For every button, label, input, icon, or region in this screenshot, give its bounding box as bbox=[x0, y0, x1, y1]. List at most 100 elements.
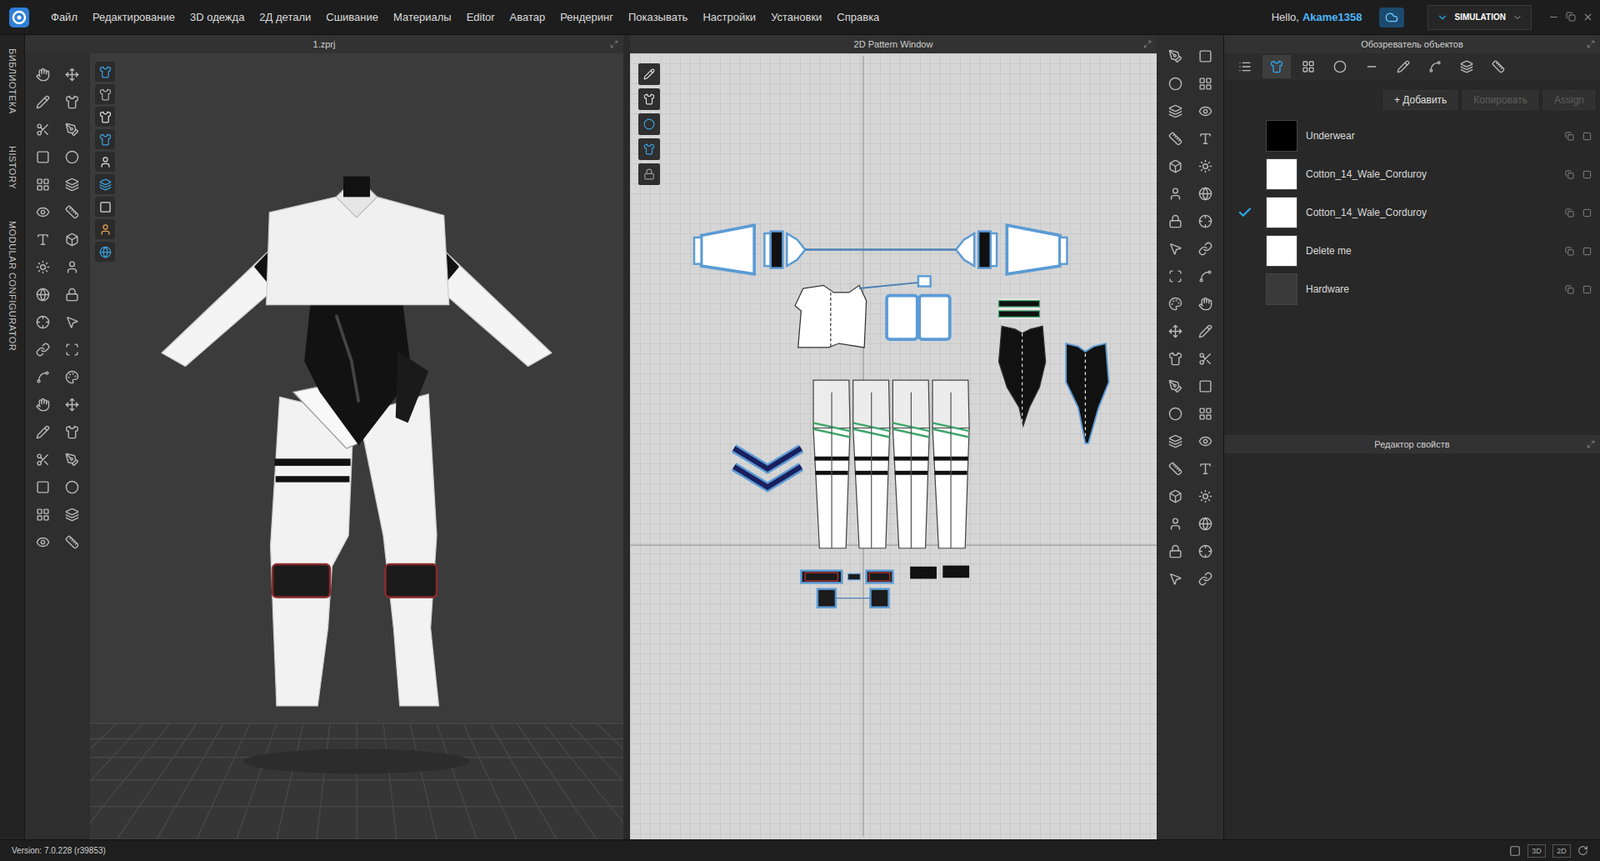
material-row[interactable]: Cotton_14_Wale_Corduroy bbox=[1224, 193, 1600, 232]
tool-button[interactable] bbox=[61, 283, 84, 305]
tool-button[interactable] bbox=[61, 475, 84, 498]
tool-button[interactable] bbox=[32, 503, 55, 525]
duplicate-icon[interactable] bbox=[1565, 208, 1575, 218]
tool-button[interactable] bbox=[1164, 292, 1186, 315]
tool-button[interactable] bbox=[61, 90, 84, 113]
delete-icon[interactable] bbox=[1582, 131, 1592, 141]
tool-button[interactable] bbox=[1194, 210, 1216, 232]
duplicate-icon[interactable] bbox=[1565, 131, 1575, 141]
logo[interactable] bbox=[6, 5, 32, 30]
display-button[interactable] bbox=[95, 241, 115, 262]
tool-button[interactable] bbox=[32, 200, 55, 223]
tool-button[interactable] bbox=[61, 228, 84, 250]
display-button[interactable] bbox=[95, 219, 115, 240]
pattern-display-button[interactable] bbox=[638, 113, 660, 135]
tool-button[interactable] bbox=[1164, 72, 1186, 95]
tool-button[interactable] bbox=[61, 173, 84, 195]
tool-button[interactable] bbox=[1194, 72, 1216, 95]
tool-button[interactable] bbox=[61, 118, 84, 140]
menu-item[interactable]: Справка bbox=[829, 7, 887, 27]
tool-button[interactable] bbox=[1164, 512, 1186, 535]
delete-icon[interactable] bbox=[1582, 285, 1592, 295]
tool-button[interactable] bbox=[32, 448, 55, 470]
expand-button[interactable] bbox=[1586, 40, 1595, 49]
tool-button[interactable] bbox=[1164, 100, 1186, 122]
material-check[interactable] bbox=[1224, 205, 1266, 220]
tool-button[interactable] bbox=[1194, 375, 1216, 397]
pattern-display-button[interactable] bbox=[638, 63, 660, 85]
tool-button[interactable] bbox=[1164, 45, 1186, 67]
browser-tab[interactable] bbox=[1230, 55, 1260, 79]
restore-icon[interactable] bbox=[1565, 11, 1576, 22]
tool-button[interactable] bbox=[32, 90, 55, 113]
mode-dropdown[interactable]: SIMULATION bbox=[1427, 5, 1532, 30]
display-button[interactable] bbox=[95, 174, 115, 195]
material-row[interactable]: Cotton_14_Wale_Corduroy bbox=[1224, 155, 1600, 194]
tool-button[interactable] bbox=[61, 420, 84, 443]
menu-item[interactable]: Установки bbox=[763, 7, 830, 27]
material-row[interactable]: Hardware bbox=[1224, 270, 1600, 309]
tool-button[interactable] bbox=[1194, 430, 1216, 452]
tool-button[interactable] bbox=[61, 393, 84, 415]
tool-button[interactable] bbox=[1194, 100, 1216, 122]
expand-button[interactable] bbox=[1143, 40, 1152, 49]
tool-button[interactable] bbox=[32, 530, 55, 553]
display-button[interactable] bbox=[95, 129, 115, 150]
tool-button[interactable] bbox=[1194, 320, 1216, 342]
tool-button[interactable] bbox=[1164, 375, 1186, 397]
tool-button[interactable] bbox=[32, 420, 55, 443]
expand-button[interactable] bbox=[1586, 440, 1595, 449]
menu-item[interactable]: Editor bbox=[459, 7, 503, 27]
browser-tab[interactable] bbox=[1484, 55, 1513, 79]
tool-button[interactable] bbox=[1164, 237, 1186, 260]
tool-button[interactable] bbox=[32, 63, 55, 85]
tool-button[interactable] bbox=[61, 448, 84, 470]
browser-tab[interactable] bbox=[1357, 55, 1386, 79]
tool-button[interactable] bbox=[61, 255, 84, 278]
user-name[interactable]: Akame1358 bbox=[1302, 10, 1363, 24]
pattern-canvas[interactable] bbox=[630, 53, 1157, 840]
tool-button[interactable] bbox=[32, 310, 55, 333]
tool-button[interactable] bbox=[32, 255, 55, 278]
side-tab[interactable]: MODULAR CONFIGURATOR bbox=[7, 220, 18, 351]
pattern-display-button[interactable] bbox=[638, 88, 660, 110]
tool-button[interactable] bbox=[1164, 540, 1186, 562]
tool-button[interactable] bbox=[61, 338, 84, 360]
display-button[interactable] bbox=[95, 151, 115, 172]
display-button[interactable] bbox=[95, 84, 115, 105]
tool-button[interactable] bbox=[1194, 155, 1216, 177]
material-row[interactable]: Delete me bbox=[1224, 231, 1600, 270]
tool-button[interactable] bbox=[32, 283, 55, 305]
duplicate-icon[interactable] bbox=[1565, 246, 1575, 256]
side-tab[interactable]: БИБЛИОТЕКА bbox=[7, 48, 18, 115]
viewport-3d[interactable] bbox=[90, 53, 624, 840]
tool-button[interactable] bbox=[1194, 127, 1216, 150]
duplicate-icon[interactable] bbox=[1565, 285, 1575, 295]
menu-item[interactable]: Настройки bbox=[695, 7, 764, 27]
tool-button[interactable] bbox=[1164, 402, 1186, 425]
menu-item[interactable]: Сшивание bbox=[318, 7, 386, 27]
tool-button[interactable] bbox=[1164, 182, 1186, 205]
menu-item[interactable]: Материалы bbox=[385, 7, 460, 27]
tool-button[interactable] bbox=[61, 310, 84, 333]
duplicate-icon[interactable] bbox=[1565, 170, 1575, 180]
menu-item[interactable]: Показывать bbox=[620, 7, 695, 27]
delete-icon[interactable] bbox=[1582, 170, 1592, 180]
cloud-button[interactable] bbox=[1379, 7, 1405, 28]
material-row[interactable]: Underwear bbox=[1224, 116, 1600, 155]
menu-item[interactable]: Рендеринг bbox=[552, 7, 621, 27]
refresh-icon[interactable] bbox=[1577, 845, 1589, 856]
pattern-display-button[interactable] bbox=[638, 138, 660, 160]
browser-tab[interactable] bbox=[1452, 55, 1481, 79]
view-button[interactable]: 2D bbox=[1552, 844, 1571, 858]
tool-button[interactable] bbox=[32, 475, 55, 498]
tool-button[interactable] bbox=[61, 145, 84, 168]
tool-button[interactable] bbox=[1194, 237, 1216, 260]
delete-icon[interactable] bbox=[1582, 208, 1592, 218]
tool-button[interactable] bbox=[1194, 265, 1216, 287]
browser-tab[interactable] bbox=[1262, 55, 1291, 79]
tool-button[interactable] bbox=[1164, 320, 1186, 342]
menu-item[interactable]: Аватар bbox=[502, 7, 554, 27]
tool-button[interactable] bbox=[1164, 155, 1186, 177]
tool-button[interactable] bbox=[1194, 292, 1216, 315]
